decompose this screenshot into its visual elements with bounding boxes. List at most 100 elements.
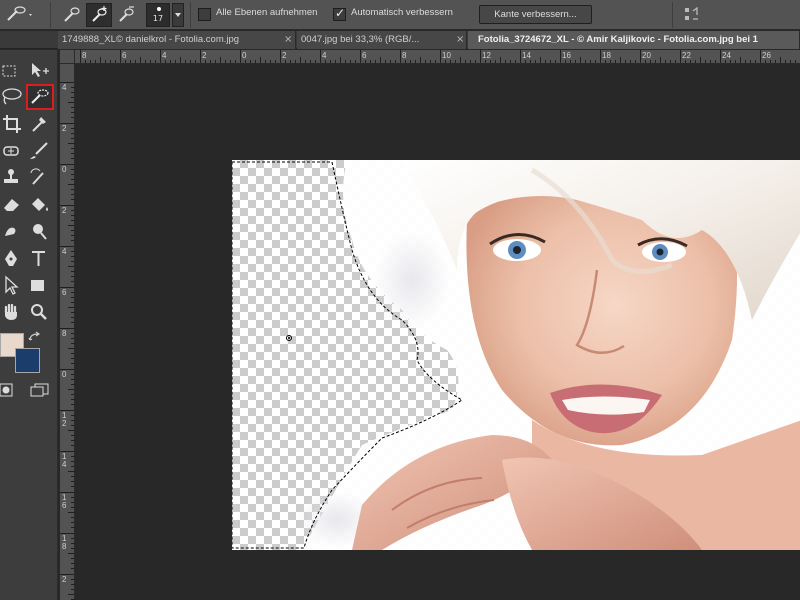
auto-enhance-checkbox[interactable]: ✓ xyxy=(333,6,346,21)
tool-preset-picker[interactable] xyxy=(4,5,34,25)
hand-tool[interactable] xyxy=(2,302,26,324)
ruler-tick xyxy=(71,363,74,364)
ruler-tick xyxy=(445,60,446,63)
clone-stamp-tool[interactable] xyxy=(2,167,26,189)
paint-bucket-tool[interactable] xyxy=(28,194,52,216)
ruler-tick xyxy=(71,169,74,170)
panel-toggle-button[interactable] xyxy=(682,4,702,26)
ruler-label: 0 xyxy=(242,51,247,60)
ruler-tick xyxy=(365,60,366,63)
horizontal-ruler[interactable]: 8 6 4 2 0 2 4 6 8 10 12 14 16 18 20 22 24 26 xyxy=(75,50,800,64)
brush-tool[interactable] xyxy=(28,140,52,162)
ruler-tick xyxy=(675,60,676,63)
vertical-ruler[interactable]: 4 2 0 2 4 6 8 0 1 2 1 4 1 6 1 8 2 xyxy=(60,64,75,600)
ruler-tick xyxy=(625,60,626,63)
brush-size-dropdown[interactable] xyxy=(172,3,184,27)
brush-size-picker[interactable]: 17 xyxy=(146,3,170,27)
ruler-tick xyxy=(780,57,781,63)
eyedropper-tool[interactable] xyxy=(28,113,52,135)
screen-mode-button[interactable] xyxy=(30,382,50,398)
ruler-tick xyxy=(71,302,74,303)
sample-all-layers-checkbox[interactable] xyxy=(198,8,211,21)
pen-tool[interactable] xyxy=(2,248,26,270)
healing-brush-tool[interactable] xyxy=(2,140,26,162)
move-tool[interactable] xyxy=(28,60,52,82)
ruler-tick xyxy=(68,266,74,267)
tab-document-2[interactable]: 0047.jpg bei 33,3% (RGB/... xyxy=(297,31,467,49)
lasso-tool[interactable] xyxy=(2,86,26,108)
ruler-tick xyxy=(71,292,74,293)
brush-icon xyxy=(30,142,48,159)
canvas-area[interactable] xyxy=(76,65,800,600)
add-to-selection-icon xyxy=(92,6,107,22)
ruler-tick xyxy=(71,466,74,467)
tab-close-icon[interactable]: × xyxy=(456,31,464,49)
smudge-tool[interactable] xyxy=(2,221,26,243)
swap-colors-button[interactable] xyxy=(28,328,42,341)
ruler-label: 14 xyxy=(522,51,531,60)
ruler-tick xyxy=(530,60,531,63)
type-icon xyxy=(32,251,45,266)
ruler-origin[interactable] xyxy=(60,50,75,64)
background-color-swatch[interactable] xyxy=(15,348,40,373)
ruler-tick xyxy=(68,594,74,595)
zoom-tool[interactable] xyxy=(28,302,52,324)
rectangle-tool[interactable] xyxy=(28,275,52,297)
ruler-label: 1 4 xyxy=(62,452,67,469)
ruler-label: 16 xyxy=(562,51,571,60)
smudge-icon xyxy=(5,227,16,236)
tab-close-icon[interactable]: × xyxy=(284,31,292,49)
ruler-tick xyxy=(305,60,306,63)
ruler-tick xyxy=(60,164,74,165)
type-tool[interactable] xyxy=(28,248,52,270)
ruler-tick xyxy=(145,60,146,63)
hand-icon xyxy=(4,303,17,320)
new-selection-button[interactable] xyxy=(60,4,82,26)
ruler-tick xyxy=(71,420,74,421)
ruler-tick xyxy=(60,205,74,206)
quick-mask-button[interactable] xyxy=(0,382,14,398)
ruler-tick xyxy=(570,60,571,63)
ruler-tick xyxy=(71,343,74,344)
tab-document-3[interactable]: Fotolia_3724672_XL - © Amir Kaljikovic -… xyxy=(468,31,800,49)
refine-edge-button[interactable]: Kante verbessern... xyxy=(479,5,592,24)
ruler-tick xyxy=(71,584,74,585)
document-canvas[interactable] xyxy=(232,160,800,550)
ruler-tick xyxy=(71,579,74,580)
ruler-tick xyxy=(390,60,391,63)
path-selection-tool[interactable] xyxy=(2,275,26,297)
ruler-tick xyxy=(71,558,74,559)
ruler-tick xyxy=(500,57,501,63)
ruler-tick xyxy=(71,522,74,523)
ruler-tick xyxy=(680,50,681,63)
ruler-tick xyxy=(71,538,74,539)
dodge-tool[interactable] xyxy=(28,221,52,243)
ruler-tick xyxy=(130,60,131,63)
ruler-tick xyxy=(71,230,74,231)
dodge-icon xyxy=(33,224,47,240)
ruler-tick xyxy=(725,60,726,63)
ruler-tick xyxy=(450,60,451,63)
ruler-tick xyxy=(650,60,651,63)
ruler-tick xyxy=(690,60,691,63)
ruler-label: 20 xyxy=(642,51,651,60)
ruler-tick xyxy=(560,50,561,63)
crop-tool[interactable] xyxy=(2,113,26,135)
ruler-tick xyxy=(510,60,511,63)
history-brush-tool[interactable] xyxy=(28,167,52,189)
tab-document-1[interactable]: 1749888_XL© danielkrol - Fotolia.com.jpg xyxy=(58,31,296,49)
rectangular-marquee-tool[interactable] xyxy=(2,60,26,82)
eraser-tool[interactable] xyxy=(2,194,26,216)
ruler-label: 26 xyxy=(762,51,771,60)
ruler-tick xyxy=(730,60,731,63)
quick-selection-tool[interactable] xyxy=(26,84,54,110)
separator xyxy=(672,2,673,28)
ruler-tick xyxy=(185,60,186,63)
add-to-selection-button[interactable] xyxy=(86,3,112,27)
ruler-tick xyxy=(205,60,206,63)
ruler-tick xyxy=(360,50,361,63)
subtract-from-selection-button[interactable] xyxy=(114,4,138,26)
ruler-label: 24 xyxy=(722,51,731,60)
ruler-tick xyxy=(765,60,766,63)
auto-enhance-label: Automatisch verbessern xyxy=(351,7,453,18)
